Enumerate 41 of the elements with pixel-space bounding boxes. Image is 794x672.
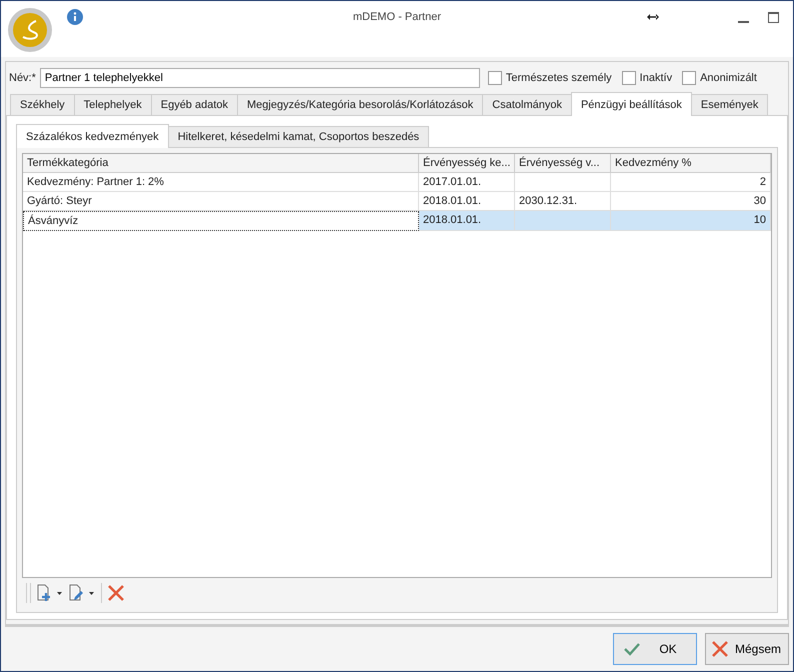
- tab[interactable]: Telephelyek: [74, 94, 152, 115]
- delete-icon[interactable]: [108, 585, 124, 601]
- table-cell: 10: [611, 211, 771, 231]
- name-label: Név:*: [9, 72, 36, 84]
- tab[interactable]: Megjegyzés/Kategória besorolás/Korlátozások: [237, 94, 484, 115]
- table-cell: 2: [611, 173, 771, 192]
- tab[interactable]: Egyéb adatok: [150, 94, 238, 115]
- checkbox[interactable]: [682, 71, 696, 85]
- checkbox[interactable]: [488, 71, 502, 85]
- tab[interactable]: Csatolmányok: [482, 94, 572, 115]
- table-cell: Ásványvíz: [23, 211, 419, 231]
- edit-document-icon[interactable]: [69, 584, 95, 602]
- new-document-icon[interactable]: [37, 584, 63, 602]
- tab[interactable]: Százalékos kedvezmények: [16, 124, 169, 148]
- table-row[interactable]: Kedvezmény: Partner 1: 2% 2017.01.01. 2: [23, 173, 771, 192]
- column-header[interactable]: Érvényesség ke...: [419, 154, 515, 173]
- window-title: mDEMO - Partner: [353, 11, 441, 23]
- app-logo-icon: [7, 7, 53, 53]
- maximize-icon[interactable]: [768, 12, 779, 23]
- name-field[interactable]: Partner 1 telephelyekkel: [40, 68, 480, 88]
- tab[interactable]: Székhely: [10, 94, 75, 115]
- checkbox-label: Anonimizált: [700, 72, 757, 84]
- cancel-button[interactable]: Mégsem: [705, 633, 789, 665]
- table-cell: 2018.01.01.: [419, 211, 515, 231]
- table-cell: 2017.01.01.: [419, 173, 515, 192]
- resize-icon[interactable]: [647, 14, 659, 20]
- checkbox-label: Inaktív: [640, 72, 672, 84]
- table-cell: Kedvezmény: Partner 1: 2%: [23, 173, 419, 192]
- checkbox[interactable]: [622, 71, 636, 85]
- column-header[interactable]: Kedvezmény %: [611, 154, 771, 173]
- checkbox-label: Természetes személy: [506, 72, 612, 84]
- info-icon[interactable]: [67, 9, 83, 25]
- column-header[interactable]: Érvényesség v...: [515, 154, 611, 173]
- tab[interactable]: Hitelkeret, késedelmi kamat, Csoportos beszedés: [168, 126, 430, 147]
- tab[interactable]: Pénzügyi beállítások: [570, 92, 692, 116]
- check-icon: [624, 642, 640, 656]
- table-row[interactable]: Ásványvíz 2018.01.01. 10: [23, 211, 771, 230]
- tab[interactable]: Események: [690, 94, 768, 115]
- close-icon: [712, 641, 728, 657]
- column-header[interactable]: Termékkategória: [23, 154, 419, 173]
- ok-button[interactable]: OK: [613, 633, 697, 665]
